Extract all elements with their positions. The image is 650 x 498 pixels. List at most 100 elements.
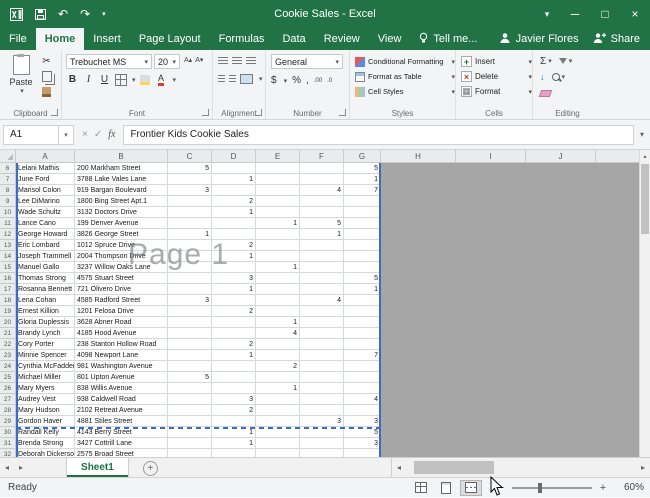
horizontal-scrollbar[interactable]: ◂ ▸	[391, 458, 650, 477]
zoom-level[interactable]: 60%	[616, 482, 644, 493]
cell-F19[interactable]	[300, 306, 344, 317]
cell-D31[interactable]: 1	[212, 438, 256, 449]
cell-G27[interactable]: 4	[344, 394, 381, 405]
cell-B27[interactable]: 938 Caldwell Road	[75, 394, 168, 405]
increase-decimal-icon[interactable]: .00	[314, 78, 322, 84]
cell-C14[interactable]	[168, 251, 212, 262]
cell-E32[interactable]	[256, 449, 300, 457]
cell-G17[interactable]: 1	[344, 284, 381, 295]
cell-B12[interactable]: 3826 George Street	[75, 229, 168, 240]
row-header-8[interactable]: 8	[0, 185, 16, 196]
cell-F28[interactable]	[300, 405, 344, 416]
cell-C10[interactable]	[168, 207, 212, 218]
cell-F9[interactable]	[300, 196, 344, 207]
align-middle-icon[interactable]	[232, 57, 242, 65]
comma-style-icon[interactable]: ,	[306, 74, 309, 87]
row-header-23[interactable]: 23	[0, 350, 16, 361]
underline-button[interactable]: U	[98, 73, 111, 86]
cell-C7[interactable]	[168, 174, 212, 185]
cell-F11[interactable]: 5	[300, 218, 344, 229]
cell-D28[interactable]: 2	[212, 405, 256, 416]
sheet-nav-next-icon[interactable]: ▸	[14, 458, 28, 477]
cell-G15[interactable]	[344, 262, 381, 273]
vertical-scrollbar[interactable]: ▴	[639, 150, 650, 457]
expand-formula-bar-icon[interactable]: ▾	[634, 130, 650, 139]
cell-G16[interactable]: 5	[344, 273, 381, 284]
grow-font-icon[interactable]: A▴	[184, 56, 192, 64]
cell-G6[interactable]: 5	[344, 163, 381, 174]
cell-B20[interactable]: 3628 Abner Road	[75, 317, 168, 328]
cell-F16[interactable]	[300, 273, 344, 284]
paste-dropdown-icon[interactable]: ▾	[6, 87, 36, 95]
cell-D11[interactable]	[212, 218, 256, 229]
fill-color-button[interactable]	[139, 73, 152, 86]
insert-function-icon[interactable]: fx	[108, 129, 115, 140]
insert-dropdown-icon[interactable]: ▾	[526, 58, 532, 66]
cell-E7[interactable]	[256, 174, 300, 185]
cell-G19[interactable]	[344, 306, 381, 317]
cell-E15[interactable]: 1	[256, 262, 300, 273]
percent-style-icon[interactable]: %	[292, 74, 301, 87]
cell-F26[interactable]	[300, 383, 344, 394]
sort-filter-button[interactable]: ▾	[558, 57, 572, 65]
cell-C23[interactable]	[168, 350, 212, 361]
row-header-27[interactable]: 27	[0, 394, 16, 405]
tell-me-box[interactable]: Tell me...	[410, 28, 485, 50]
cell-G9[interactable]	[344, 196, 381, 207]
cell-F29[interactable]: 3	[300, 416, 344, 427]
cell-G7[interactable]: 1	[344, 174, 381, 185]
cell-G25[interactable]	[344, 372, 381, 383]
tab-home[interactable]: Home	[35, 28, 85, 50]
cell-F8[interactable]: 4	[300, 185, 344, 196]
cell-A12[interactable]: George Howard	[16, 229, 75, 240]
cell-E21[interactable]: 4	[256, 328, 300, 339]
cell-E12[interactable]	[256, 229, 300, 240]
format-cells-button[interactable]: ▦ Format ▾	[456, 84, 532, 99]
cell-G23[interactable]: 7	[344, 350, 381, 361]
align-left-icon[interactable]	[218, 75, 225, 83]
cell-B31[interactable]: 3427 Cottrill Lane	[75, 438, 168, 449]
cell-A19[interactable]: Ernest Killion	[16, 306, 75, 317]
cell-E19[interactable]	[256, 306, 300, 317]
column-header-H[interactable]: H	[381, 150, 456, 163]
close-button[interactable]: ×	[620, 0, 650, 28]
cell-D14[interactable]: 1	[212, 251, 256, 262]
cell-D29[interactable]	[212, 416, 256, 427]
cell-A9[interactable]: Lee DiMarino	[16, 196, 75, 207]
scroll-up-icon[interactable]: ▴	[640, 150, 650, 162]
cell-F7[interactable]	[300, 174, 344, 185]
tab-view[interactable]: View	[369, 28, 411, 50]
row-header-13[interactable]: 13	[0, 240, 16, 251]
copy-icon[interactable]	[40, 70, 53, 83]
cell-D32[interactable]	[212, 449, 256, 457]
clipboard-dialog-launcher[interactable]	[51, 109, 58, 116]
borders-button[interactable]	[114, 73, 127, 86]
cell-D6[interactable]	[212, 163, 256, 174]
cell-C8[interactable]: 3	[168, 185, 212, 196]
print-area-right-border[interactable]	[379, 163, 381, 457]
print-area-left-border[interactable]	[16, 163, 18, 457]
cell-A22[interactable]: Cory Porter	[16, 339, 75, 350]
page-break-line[interactable]	[16, 427, 381, 429]
formula-input[interactable]: Frontier Kids Cookie Sales	[123, 124, 634, 145]
accounting-dropdown-icon[interactable]: ▾	[282, 77, 288, 85]
cell-D24[interactable]	[212, 361, 256, 372]
format-painter-icon[interactable]	[40, 85, 53, 98]
cell-D17[interactable]: 1	[212, 284, 256, 295]
tab-insert[interactable]: Insert	[84, 28, 130, 50]
cell-E24[interactable]: 2	[256, 361, 300, 372]
cell-B8[interactable]: 919 Bargan Boulevard	[75, 185, 168, 196]
cell-A25[interactable]: Michael Miller	[16, 372, 75, 383]
cell-G10[interactable]	[344, 207, 381, 218]
number-format-dropdown-icon[interactable]: ▾	[333, 58, 339, 66]
cell-E22[interactable]	[256, 339, 300, 350]
cell-C19[interactable]	[168, 306, 212, 317]
cell-G20[interactable]	[344, 317, 381, 328]
cell-C20[interactable]	[168, 317, 212, 328]
cell-G29[interactable]: 3	[344, 416, 381, 427]
cell-D27[interactable]: 3	[212, 394, 256, 405]
cell-D19[interactable]: 2	[212, 306, 256, 317]
alignment-dialog-launcher[interactable]	[255, 109, 262, 116]
align-center-icon[interactable]	[229, 75, 236, 83]
cell-C27[interactable]	[168, 394, 212, 405]
